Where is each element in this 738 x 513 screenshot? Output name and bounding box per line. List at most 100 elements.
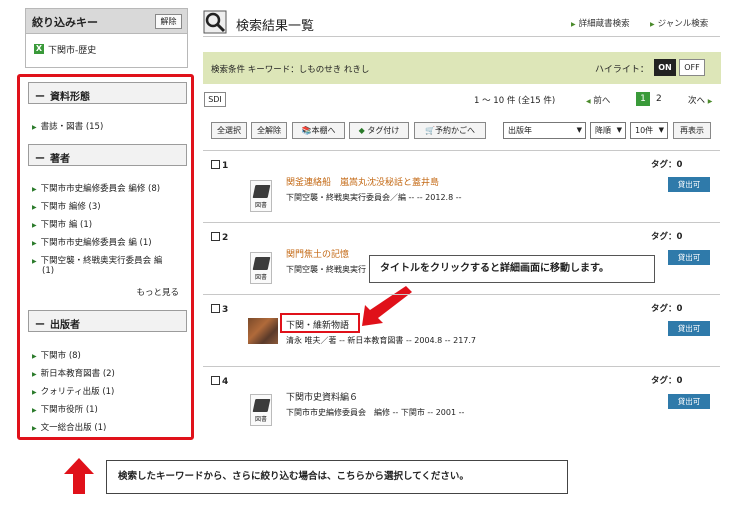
highlight-label: ハイライト：	[595, 65, 649, 75]
detail-search-link[interactable]: ▶ 詳細蔵書検索	[571, 17, 630, 29]
triangle-right-icon: ▶	[32, 124, 37, 131]
bookshelf-button[interactable]: 📚本棚へ	[292, 122, 345, 139]
facet-section-title: 資料形態	[50, 92, 90, 103]
sort-field-select[interactable]: 出版年 ▼	[503, 122, 586, 139]
per-page-select[interactable]: 10件 ▼	[630, 122, 668, 139]
triangle-right-icon: ▶	[32, 258, 37, 265]
title-click-callout: タイトルをクリックすると詳細画面に移動します。	[369, 255, 655, 283]
result-meta: 下関空襲・終戦奥実行	[286, 265, 366, 274]
next-page-link[interactable]: 次へ ▶	[688, 94, 712, 106]
page-2-link[interactable]: 2	[656, 94, 662, 104]
deselect-all-button[interactable]: 全解除	[251, 122, 287, 139]
chevron-down-icon: ▼	[616, 126, 622, 134]
result-divider	[203, 366, 720, 367]
status-badge[interactable]: 貸出可	[668, 177, 710, 192]
tag-count: タグ：0	[651, 160, 683, 170]
result-number[interactable]: 3	[211, 304, 228, 315]
triangle-right-icon: ▶	[650, 21, 655, 28]
facet-section-author[interactable]: ー著者	[28, 144, 187, 166]
result-count: 1 〜 10 件 (全15 件)	[474, 96, 556, 106]
facet-item[interactable]: ▶ 下関市役所 (1)	[32, 403, 98, 415]
triangle-left-icon: ◀	[586, 98, 591, 105]
result-title-link[interactable]: 下関・維新物語	[286, 318, 349, 331]
redisplay-button[interactable]: 再表示	[673, 122, 711, 139]
result-number[interactable]: 2	[211, 232, 228, 243]
page-title: 検索結果一覧	[236, 19, 315, 34]
facet-section-title: 出版者	[50, 320, 80, 331]
book-icon: 図書	[250, 180, 272, 212]
search-list-icon	[203, 10, 227, 34]
tag-count: タグ：0	[651, 232, 683, 242]
result-number[interactable]: 4	[211, 376, 228, 387]
result-checkbox[interactable]	[211, 232, 220, 241]
collapse-icon: ー	[35, 92, 45, 103]
book-icon: 図書	[250, 252, 272, 284]
active-key-label: 下関市-歴史	[48, 46, 97, 56]
select-all-button[interactable]: 全選択	[211, 122, 247, 139]
tag-icon: ◆	[358, 126, 365, 135]
result-title-link[interactable]: 下関市史資料編６	[286, 390, 358, 403]
chevron-down-icon: ▼	[576, 126, 582, 134]
triangle-right-icon: ▶	[32, 371, 37, 378]
result-checkbox[interactable]	[211, 304, 220, 313]
result-checkbox[interactable]	[211, 376, 220, 385]
status-badge[interactable]: 貸出可	[668, 394, 710, 409]
clear-keys-button[interactable]: 解除	[155, 14, 182, 29]
facet-item[interactable]: ▶ 下関空襲・終戦奥実行委員会 編	[32, 254, 162, 266]
narrow-instruction-note: 検索したキーワードから、さらに絞り込む場合は、こちらから選択してください。	[106, 460, 568, 494]
facet-item[interactable]: ▶ 下関市市史編修委員会 編 (1)	[32, 236, 152, 248]
current-page: 1	[636, 92, 650, 106]
active-key-box: X 下関市-歴史	[25, 34, 188, 68]
facet-item[interactable]: ▶ 下関市市史編修委員会 編修 (8)	[32, 182, 160, 194]
facet-item[interactable]: ▶ 下関市 (8)	[32, 349, 81, 361]
result-divider	[203, 150, 720, 151]
status-badge[interactable]: 貸出可	[668, 321, 710, 336]
result-number[interactable]: 1	[211, 160, 228, 171]
result-checkbox[interactable]	[211, 160, 220, 169]
prev-page-link[interactable]: ◀ 前へ	[586, 94, 610, 106]
facet-item[interactable]: ▶ 書誌・図書 (15)	[32, 120, 103, 132]
triangle-right-icon: ▶	[32, 240, 37, 247]
triangle-right-icon: ▶	[32, 407, 37, 414]
triangle-right-icon: ▶	[707, 98, 713, 105]
facet-section-publisher[interactable]: ー出版者	[28, 310, 187, 332]
collapse-icon: ー	[35, 154, 45, 165]
book-icon: 図書	[250, 394, 272, 426]
tag-button[interactable]: ◆ タグ付け	[349, 122, 409, 139]
triangle-right-icon: ▶	[32, 353, 37, 360]
status-badge[interactable]: 貸出可	[668, 250, 710, 265]
narrow-panel-title: 絞り込みキー	[32, 16, 98, 29]
up-arrow-icon	[64, 458, 94, 494]
result-meta: 清永 唯夫／著 -- 新日本教育図書 -- 2004.8 -- 217.7	[286, 336, 477, 345]
result-title-link[interactable]: 関釜連絡船 嵐嵩丸沈没秘話と蓋井島	[286, 175, 439, 188]
remove-key-icon[interactable]: X	[34, 44, 44, 54]
facet-item[interactable]: ▶ 新日本教育図書 (2)	[32, 367, 115, 379]
bookshelf-icon: 📚	[301, 126, 312, 135]
reserve-cart-button[interactable]: 🛒予約かごへ	[414, 122, 486, 139]
tag-count: タグ：0	[651, 376, 683, 386]
sort-order-select[interactable]: 降順 ▼	[590, 122, 626, 139]
facet-section-title: 著者	[50, 154, 70, 165]
facet-item[interactable]: ▶ 文一総合出版 (1)	[32, 421, 106, 433]
triangle-right-icon: ▶	[571, 21, 576, 28]
result-title-link[interactable]: 関門焦土の記憶	[286, 247, 349, 260]
search-conditions-text: 検索条件 キーワード：しものせき れきし	[211, 65, 370, 75]
facet-item[interactable]: ▶ クォリティ出版 (1)	[32, 385, 114, 397]
facet-item[interactable]: ▶ 下関市 編 (1)	[32, 218, 92, 230]
triangle-right-icon: ▶	[32, 425, 37, 432]
facet-item[interactable]: ▶ 下関市 編修 (3)	[32, 200, 101, 212]
result-meta: 下関空襲・終戦奥実行委員会／編 -- -- 2012.8 --	[286, 193, 462, 202]
facet-highlight-frame: ー資料形態 ▶ 書誌・図書 (15) ー著者 ▶ 下関市市史編修委員会 編修 (8)…	[17, 74, 194, 440]
genre-search-link[interactable]: ▶ ジャンル検索	[650, 17, 708, 29]
facet-item-count[interactable]: (1)	[42, 266, 54, 276]
highlight-on-button[interactable]: ON	[654, 59, 676, 76]
book-cover-thumbnail	[248, 318, 278, 344]
facet-section-format[interactable]: ー資料形態	[28, 82, 187, 104]
triangle-right-icon: ▶	[32, 186, 37, 193]
sdi-button[interactable]: SDI	[204, 92, 226, 107]
highlight-off-button[interactable]: OFF	[679, 59, 705, 76]
result-meta: 下関市市史編修委員会 編修 -- 下関市 -- 2001 --	[286, 408, 465, 417]
cart-icon: 🛒	[425, 126, 435, 135]
triangle-right-icon: ▶	[32, 389, 37, 396]
more-link[interactable]: もっと見る	[136, 286, 179, 298]
